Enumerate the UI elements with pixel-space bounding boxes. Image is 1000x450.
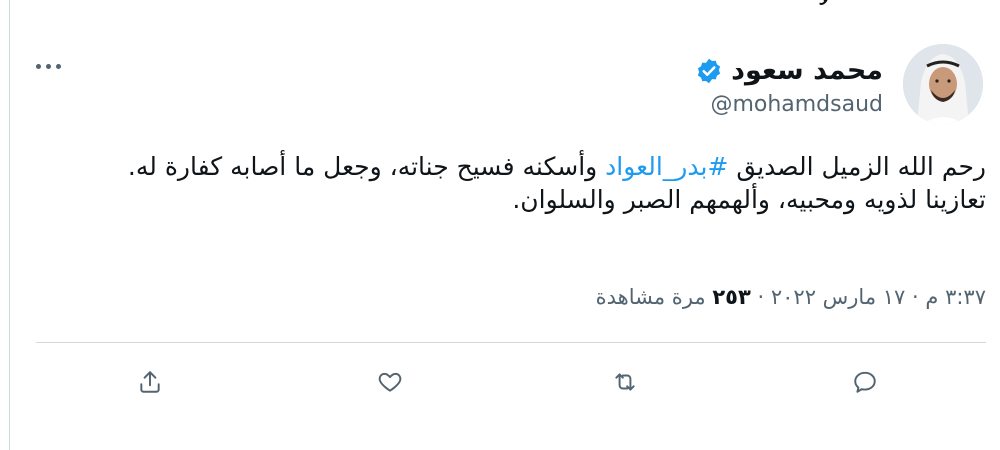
tweet-paragraph-1: رحم الله الزميل الصديق #بدر_العواد وأسكن… — [36, 150, 986, 183]
hashtag-link[interactable]: #بدر_العواد — [605, 152, 728, 181]
verified-badge-icon — [695, 57, 723, 85]
views-label: مرة مشاهدة — [595, 285, 706, 309]
name-row: محمد سعود — [695, 54, 883, 88]
tweet-card: لا محمد سعود — [0, 0, 1000, 450]
tweet-date[interactable]: ١٧ مارس ٢٠٢٢ — [771, 285, 905, 309]
tweet-paragraph-2: تعازينا لذويه ومحبيه، وألهمهم الصبر والس… — [512, 185, 986, 214]
more-options-icon[interactable] — [36, 54, 70, 78]
display-name[interactable]: محمد سعود — [731, 54, 883, 88]
views-count: ٢٥٣ — [712, 285, 751, 309]
card-border — [9, 0, 10, 450]
meta-separator: · — [757, 285, 765, 309]
previous-tweet-fragment: لا — [818, 0, 831, 11]
avatar[interactable] — [903, 44, 983, 124]
reply-icon[interactable] — [845, 362, 885, 402]
meta-separator: · — [912, 285, 919, 309]
retweet-icon[interactable] — [605, 362, 645, 402]
divider — [36, 342, 986, 343]
handle[interactable]: @mohamdsaud — [695, 90, 883, 120]
share-icon[interactable] — [130, 362, 170, 402]
tweet-text: رحم الله الزميل الصديق #بدر_العواد وأسكن… — [36, 150, 986, 216]
author-header: محمد سعود @mohamdsaud — [695, 54, 883, 120]
action-bar — [130, 358, 900, 404]
tweet-meta: ٣:٣٧ م · ١٧ مارس ٢٠٢٢ · ٢٥٣ مرة مشاهدة — [596, 282, 986, 312]
tweet-time[interactable]: ٣:٣٧ م — [925, 285, 986, 309]
tweet-text-part: رحم الله الزميل الصديق — [736, 152, 986, 181]
tweet-text-part: وأسكنه فسيح جناته، وجعل ما أصابه كفارة ل… — [127, 152, 598, 181]
heart-icon[interactable] — [370, 362, 410, 402]
